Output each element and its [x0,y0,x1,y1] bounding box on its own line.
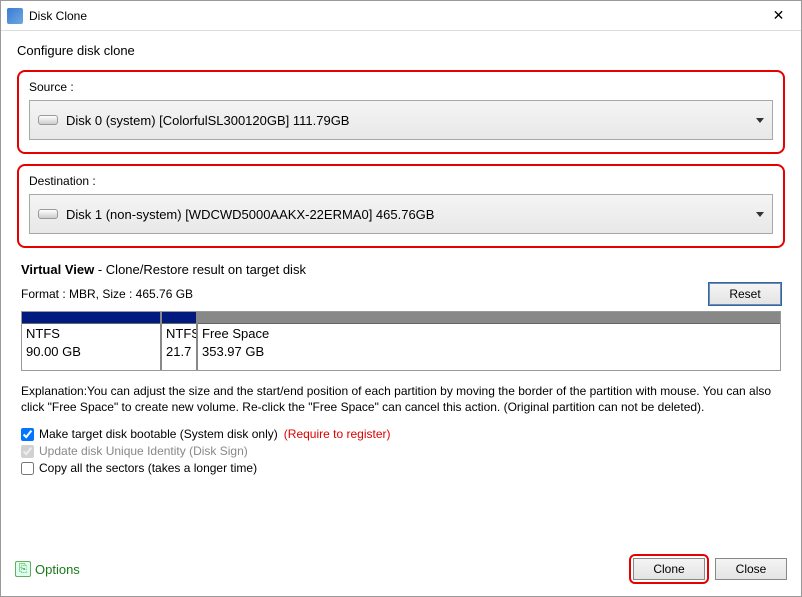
close-button[interactable]: Close [715,558,787,580]
destination-disk-text: Disk 1 (non-system) [WDCWD5000AAKX-22ERM… [66,207,756,222]
partition-size: 90.00 GB [22,342,160,360]
partition-size: 21.7 [162,342,196,360]
source-disk-select[interactable]: Disk 0 (system) [ColorfulSL300120GB] 111… [29,100,773,140]
close-icon: ✕ [773,7,785,24]
close-window-button[interactable]: ✕ [756,1,801,31]
virtual-view-title-rest: - Clone/Restore result on target disk [94,262,306,277]
clone-button[interactable]: Clone [633,558,705,580]
partition-block[interactable]: Free Space353.97 GB [198,312,780,370]
source-group: Source : Disk 0 (system) [ColorfulSL3001… [17,70,785,154]
titlebar: Disk Clone ✕ [1,1,801,31]
partition-map[interactable]: NTFS90.00 GBNTFS21.7Free Space353.97 GB [21,311,781,371]
make-bootable-row[interactable]: Make target disk bootable (System disk o… [21,427,781,441]
make-bootable-checkbox[interactable] [21,428,34,441]
copy-all-label: Copy all the sectors (takes a longer tim… [39,461,257,475]
chevron-down-icon [756,118,764,123]
dialog-body: Configure disk clone Source : Disk 0 (sy… [1,31,801,544]
virtual-view-title-bold: Virtual View [21,262,94,277]
virtual-view-title: Virtual View - Clone/Restore result on t… [21,262,781,277]
options-link[interactable]: Options [35,562,80,577]
reset-button[interactable]: Reset [709,283,781,305]
page-subtitle: Configure disk clone [17,43,785,58]
disk-icon [38,209,58,219]
update-id-label: Update disk Unique Identity (Disk Sign) [39,444,248,458]
partition-bar [22,312,160,324]
source-label: Source : [29,80,773,94]
clone-highlight: Clone [629,554,709,584]
destination-label: Destination : [29,174,773,188]
destination-group: Destination : Disk 1 (non-system) [WDCWD… [17,164,785,248]
require-register-text: (Require to register) [284,427,391,441]
copy-all-checkbox[interactable] [21,462,34,475]
app-icon [7,8,23,24]
format-text: Format : MBR, Size : 465.76 GB [21,287,709,301]
update-id-row: Update disk Unique Identity (Disk Sign) [21,444,781,458]
footer: ⎘ Options Clone Close [1,544,801,596]
copy-all-row[interactable]: Copy all the sectors (takes a longer tim… [21,461,781,475]
partition-name: NTFS [162,324,196,342]
partition-name: Free Space [198,324,780,342]
source-disk-text: Disk 0 (system) [ColorfulSL300120GB] 111… [66,113,756,128]
chevron-down-icon [756,212,764,217]
options-checks: Make target disk bootable (System disk o… [21,427,781,478]
format-row: Format : MBR, Size : 465.76 GB Reset [21,283,781,305]
update-id-checkbox [21,445,34,458]
disk-icon [38,115,58,125]
partition-size: 353.97 GB [198,342,780,360]
explanation-text: Explanation:You can adjust the size and … [21,383,781,415]
window-title: Disk Clone [29,9,756,23]
destination-disk-select[interactable]: Disk 1 (non-system) [WDCWD5000AAKX-22ERM… [29,194,773,234]
options-icon: ⎘ [15,561,31,577]
partition-name: NTFS [22,324,160,342]
make-bootable-label: Make target disk bootable (System disk o… [39,427,278,441]
partition-bar [198,312,780,324]
disk-clone-window: Disk Clone ✕ Configure disk clone Source… [0,0,802,597]
partition-bar [162,312,196,324]
partition-block[interactable]: NTFS90.00 GB [22,312,162,370]
partition-block[interactable]: NTFS21.7 [162,312,198,370]
